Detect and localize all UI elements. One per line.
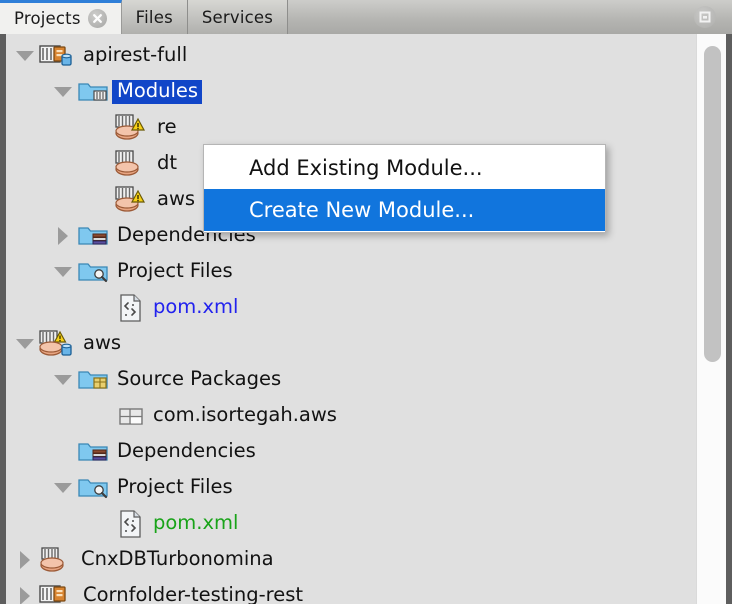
dependencies-folder-icon (76, 438, 112, 466)
tab-projects[interactable]: Projects (0, 0, 122, 35)
chevron-down-icon[interactable] (50, 254, 76, 290)
project-files-folder-icon (76, 258, 112, 286)
tree-row-project-files-aws[interactable]: Project Files (6, 470, 690, 506)
maven-module-icon (38, 545, 76, 575)
tree-row-source-packages[interactable]: Source Packages (6, 362, 690, 398)
tree-row-pom-xml-2[interactable]: pom.xml (6, 506, 690, 542)
tree-row-label: Dependencies (117, 439, 256, 463)
tree-row-label: Project Files (117, 259, 233, 283)
source-packages-icon (76, 366, 112, 394)
tree-row-label: apirest-full (83, 43, 188, 67)
restore-window-icon[interactable] (694, 6, 716, 28)
chevron-down-icon[interactable] (50, 470, 76, 506)
chevron-down-icon[interactable] (12, 326, 38, 362)
xml-file-icon (114, 293, 148, 323)
xml-file-icon (114, 509, 148, 539)
tree-row-project-files[interactable]: Project Files (6, 254, 690, 290)
tab-projects-label: Projects (14, 9, 81, 28)
tab-bar: Projects Files Services (0, 0, 732, 35)
tree-row-label: CnxDBTurbonomina (81, 547, 274, 571)
tree-row-label: pom.xml (153, 511, 239, 535)
maven-module-warn-icon (114, 113, 152, 143)
chevron-down-icon[interactable] (12, 38, 38, 74)
package-icon (114, 402, 148, 430)
maven-module-icon (114, 149, 152, 179)
tab-files[interactable]: Files (121, 0, 188, 34)
menu-item-add-existing-module[interactable]: Add Existing Module... (204, 147, 605, 189)
tree-row-aws-project[interactable]: aws (6, 326, 690, 362)
tree-row-cornfolder-testing-rest[interactable]: Cornfolder-testing-rest (6, 578, 690, 604)
project-files-folder-icon (76, 474, 112, 502)
tree-row-label: com.isortegah.aws (153, 403, 337, 427)
chevron-down-icon[interactable] (50, 74, 76, 110)
tree-row-apirest-full[interactable]: apirest-full (6, 38, 690, 74)
tree-row-dependencies-aws[interactable]: Dependencies (6, 434, 690, 470)
tree-row-label: Modules (112, 80, 203, 104)
tree-row-label: aws (83, 331, 122, 355)
tree-row-cnxdbturbonomina[interactable]: CnxDBTurbonomina (6, 542, 690, 578)
tree-row-label: aws (157, 187, 196, 211)
tree-row-label: Source Packages (117, 367, 282, 391)
tree-row-label: re (157, 115, 177, 139)
maven-project-icon (38, 582, 78, 604)
maven-project-icon (38, 42, 78, 70)
tree-row-pom-xml-1[interactable]: pom.xml (6, 290, 690, 326)
chevron-down-icon[interactable] (50, 362, 76, 398)
menu-item-create-new-module[interactable]: Create New Module... (204, 189, 605, 231)
dependencies-folder-icon (76, 222, 112, 250)
tree-row-label: pom.xml (153, 295, 239, 319)
chevron-right-icon[interactable] (12, 578, 38, 604)
tab-services[interactable]: Services (187, 0, 289, 34)
netbeans-projects-window: Projects Files Services apirest-full Mod… (0, 0, 732, 604)
menu-item-label: Add Existing Module... (249, 156, 483, 180)
tree-row-label: Project Files (117, 475, 233, 499)
maven-module-warn-icon (114, 185, 152, 215)
tree-row-label: dt (157, 151, 178, 175)
menu-item-label: Create New Module... (249, 198, 475, 222)
close-icon[interactable] (87, 9, 107, 28)
maven-project-warn-icon (38, 329, 78, 359)
scrollbar-thumb[interactable] (704, 46, 721, 362)
tree-row-package[interactable]: com.isortegah.aws (6, 398, 690, 434)
context-menu[interactable]: Add Existing Module... Create New Module… (203, 144, 606, 233)
vertical-scrollbar[interactable] (696, 34, 726, 604)
tab-files-label: Files (135, 7, 173, 27)
tree-row-module-re[interactable]: re (6, 110, 690, 146)
tab-services-label: Services (201, 7, 274, 27)
chevron-right-icon[interactable] (12, 542, 38, 578)
chevron-right-icon[interactable] (50, 218, 76, 254)
tab-bar-filler (288, 0, 732, 34)
tree-row-label: Cornfolder-testing-rest (83, 583, 304, 604)
projects-panel: apirest-full Modules re dt aws Dependenc… (0, 34, 732, 604)
project-tree[interactable]: apirest-full Modules re dt aws Dependenc… (6, 34, 690, 604)
modules-folder-icon (76, 78, 112, 106)
tree-row-modules[interactable]: Modules (6, 74, 690, 110)
